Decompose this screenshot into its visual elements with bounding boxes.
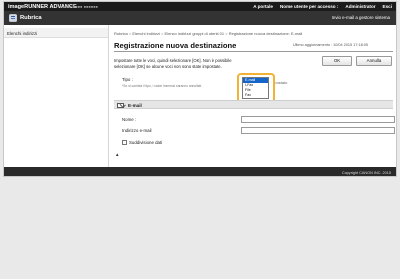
sidebar-item-address-lists[interactable]: Elenchi indirizzi: [4, 28, 108, 38]
login-user-name: Administrator: [345, 3, 376, 9]
device-name: ■■■■■ ■■■■ ■■■■■■: [60, 4, 98, 9]
title-bar: Rubrica Invio e-mail a gestore sistema: [4, 11, 396, 25]
top-bar: imageRUNNER ADVANCE ■■■■■ ■■■■ ■■■■■■ A …: [4, 2, 396, 11]
sidebar: Elenchi indirizzi: [4, 25, 109, 167]
page-title: Registrazione nuova destinazione: [114, 41, 237, 50]
main-content: Rubrica > Elenchi indirizzi > Elenco ind…: [110, 25, 396, 167]
address-book-icon: [9, 14, 17, 22]
name-label: Nome :: [122, 117, 137, 122]
breadcrumb-group-list[interactable]: Elenco indirizzi gruppi di utenti 01: [165, 31, 225, 36]
split-data-checkbox[interactable]: [122, 140, 127, 145]
type-note: *Se si cambia il tipo, i valori immessi …: [122, 84, 203, 88]
back-to-top-icon[interactable]: ▲: [115, 152, 119, 157]
app-title: Rubrica: [20, 15, 42, 21]
copyright-text: Copyright CANON INC. 2015: [341, 170, 391, 175]
type-label: Tipo :: [122, 77, 133, 82]
title-divider: [114, 51, 393, 52]
ok-button[interactable]: OK: [322, 56, 352, 66]
send-email-to-admin-link[interactable]: Invio e-mail a gestore sistema: [332, 15, 390, 20]
breadcrumb: Rubrica > Elenchi indirizzi > Elenco ind…: [114, 31, 302, 36]
top-nav: A portale Nome utente per accesso : Admi…: [253, 4, 392, 9]
envelope-icon: [117, 102, 124, 108]
instructions-text: Impostare tutte le voci, quindi selezion…: [114, 58, 232, 69]
logout-link[interactable]: Esci: [383, 4, 392, 9]
name-input[interactable]: [241, 116, 395, 123]
split-data-label: Suddivisione dati: [129, 140, 163, 145]
type-option-fax[interactable]: Fax: [243, 93, 268, 98]
breadcrumb-current: Registrazione nuova destinazione: E-mail: [228, 31, 303, 36]
last-updated: Ultimo aggiornamento : 10/04 2015 17:18:…: [292, 43, 368, 47]
breadcrumb-address-lists[interactable]: Elenchi indirizzi: [132, 31, 160, 36]
footer: Copyright CANON INC. 2015: [4, 167, 396, 176]
email-address-label: Indirizzo e-mail: [122, 128, 152, 133]
email-panel-title: E-mail: [128, 103, 142, 108]
email-panel-header: E-mail: [114, 100, 393, 109]
cancel-button[interactable]: Annulla: [356, 56, 392, 66]
app-window: imageRUNNER ADVANCE ■■■■■ ■■■■ ■■■■■■ A …: [3, 1, 397, 177]
type-select-list[interactable]: E-mail I-Fax File Fax: [242, 77, 269, 99]
email-address-input[interactable]: [241, 127, 395, 134]
portal-link[interactable]: A portale: [253, 4, 273, 9]
login-user-label: Nome utente per accesso :: [279, 3, 339, 9]
breadcrumb-rubrica[interactable]: Rubrica: [114, 31, 128, 36]
type-select-highlight: E-mail I-Fax File Fax: [237, 73, 275, 103]
